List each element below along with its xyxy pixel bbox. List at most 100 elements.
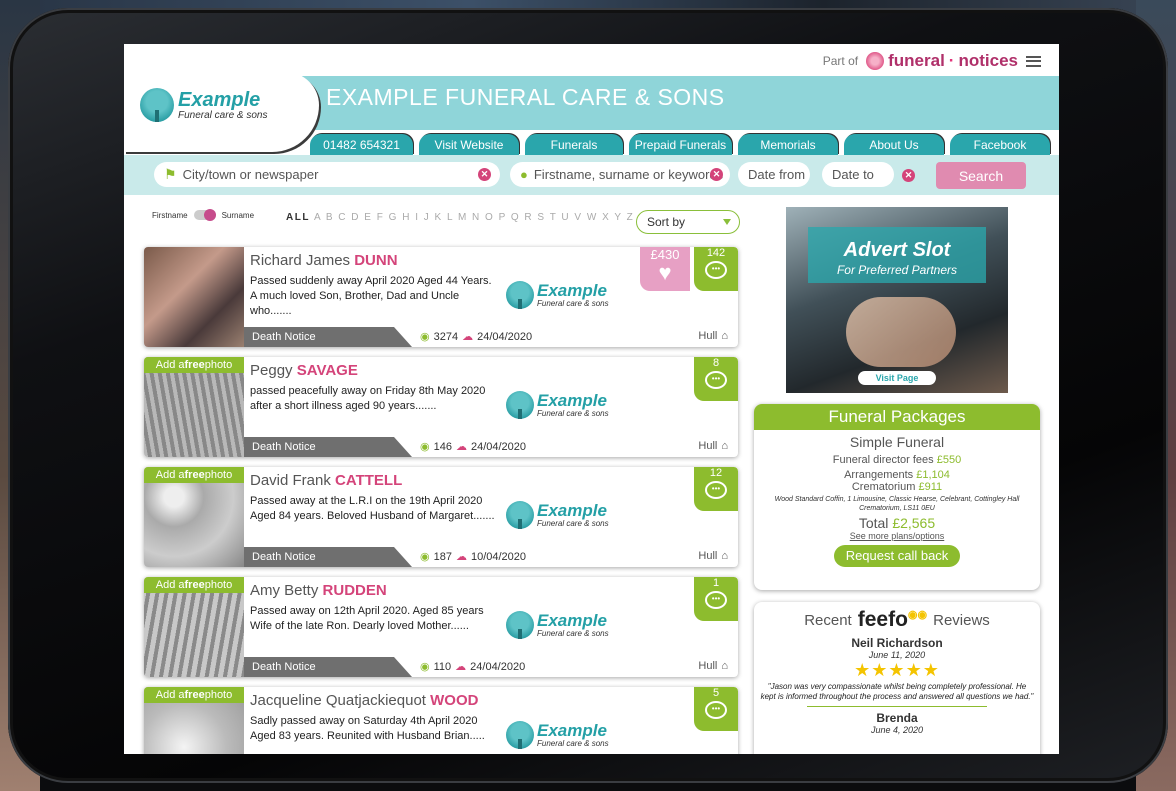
comment-count: 12 [709, 467, 723, 479]
menu-icon[interactable] [1026, 55, 1041, 67]
funeral-director-logo: Example Funeral care & sons [506, 721, 609, 749]
tab-funerals[interactable]: Funerals [525, 134, 623, 155]
review-divider [807, 706, 987, 707]
total-label: Total [858, 515, 889, 531]
notice-location: Hull ⌂ [698, 660, 728, 672]
crematorium-label: Crematorium [851, 481, 916, 493]
clear-name-icon[interactable]: ✕ [710, 168, 723, 181]
view-count: 3274 [433, 330, 459, 343]
date-to-input[interactable]: Date to [822, 162, 894, 187]
name-placeholder: Firstname, surname or keywords [533, 167, 724, 182]
name-keyword-input[interactable]: ● Firstname, surname or keywords ✕ [510, 162, 730, 187]
arrangements-price: £1,104 [916, 469, 950, 481]
eye-icon: ◉ [420, 441, 430, 453]
date-from-input[interactable]: Date from [738, 162, 810, 187]
company-logo[interactable]: Example Funeral care & sons [140, 88, 268, 122]
funeral-director-logo: Example Funeral care & sons [506, 391, 609, 419]
first-name: David Frank [250, 472, 331, 489]
advert-slot[interactable]: Advert Slot For Preferred Partners Visit… [786, 207, 1008, 393]
last-name: SAVAGE [296, 362, 358, 379]
notice-stats: ◉ 146 ☁ 24/04/2020 [420, 440, 526, 454]
eye-icon: ◉ [420, 661, 430, 673]
notice-date: 24/04/2020 [477, 330, 533, 343]
notice-name: Amy Betty RUDDEN [250, 582, 387, 599]
notice-card[interactable]: Add a free photo David Frank CATTELL Pas… [144, 467, 738, 567]
home-icon: ⌂ [721, 550, 728, 562]
sort-by-select[interactable]: Sort by [636, 210, 740, 234]
logo-tagline: Funeral care & sons [537, 739, 609, 748]
add-photo-button[interactable]: Add a free photo [144, 687, 244, 703]
comments-badge[interactable]: 8 ••• [694, 357, 738, 401]
packages-title: Funeral Packages [754, 404, 1040, 430]
notice-card[interactable]: Add a free photo Peggy SAVAGE passed pea… [144, 357, 738, 457]
donation-badge[interactable]: £430 ♥ [640, 247, 690, 291]
logo-tagline: Funeral care & sons [537, 629, 609, 638]
logo-tagline: Funeral care & sons [537, 519, 609, 528]
comments-badge[interactable]: 1 ••• [694, 577, 738, 621]
notice-type: Death Notice [244, 547, 412, 567]
tab-phone[interactable]: 01482 654321 [310, 134, 413, 155]
notice-description: Passed away on 12th April 2020. Aged 85 … [250, 605, 484, 632]
logo-name: Example [537, 281, 607, 300]
upload-cloud-icon: ☁ [462, 331, 474, 343]
location-input[interactable]: ⚑ City/town or newspaper ✕ [154, 162, 500, 187]
page-title: EXAMPLE FUNERAL CARE & SONS [326, 84, 725, 110]
part-of-label: Part of [822, 54, 859, 68]
add-photo-button[interactable]: Add a free photo [144, 357, 244, 373]
location-text: Hull [698, 550, 718, 562]
tab-prepaid-funerals[interactable]: Prepaid Funerals [629, 134, 732, 155]
letters[interactable]: A B C D E F G H I J K L M N O P Q R S T … [314, 212, 634, 223]
recent-label: Recent [804, 611, 852, 629]
feefo-eyes-icon: ◉◉ [907, 609, 928, 621]
location-pin-icon: ⚑ [164, 166, 177, 182]
part-of-bar: Part of funeral · notices [823, 50, 1041, 72]
logo-tagline: Funeral care & sons [537, 299, 609, 308]
surname-label: Surname [221, 210, 255, 220]
comments-badge[interactable]: 12 ••• [694, 467, 738, 511]
notice-type: Death Notice [244, 437, 412, 457]
add-photo-button[interactable]: Add a free photo [144, 577, 244, 593]
notice-photo [144, 247, 244, 347]
view-count: 110 [433, 660, 452, 673]
funeral-director-logo: Example Funeral care & sons [506, 501, 609, 529]
speech-bubble-icon: ••• [705, 701, 727, 719]
comments-badge[interactable]: 142 ••• [694, 247, 738, 291]
tree-icon [506, 391, 534, 419]
advert-title: Advert Slot [843, 239, 951, 261]
star-rating: ★★★★★ [854, 660, 940, 680]
tab-memorials[interactable]: Memorials [738, 134, 838, 155]
visit-page-button[interactable]: Visit Page [858, 371, 936, 385]
all-letters[interactable]: ALL [286, 212, 310, 223]
last-name: RUDDEN [322, 582, 387, 599]
notice-location: Hull ⌂ [698, 440, 728, 452]
notice-card[interactable]: Richard James DUNN Passed suddenly away … [144, 247, 738, 347]
comments-badge[interactable]: 5 ••• [694, 687, 738, 731]
review-date: June 4, 2020 [870, 725, 924, 735]
add-photo-button[interactable]: Add a free photo [144, 467, 244, 483]
notice-card[interactable]: Add a free photo Amy Betty RUDDEN Passed… [144, 577, 738, 677]
eye-icon: ◉ [420, 551, 430, 563]
name-order-toggle[interactable] [193, 209, 216, 221]
view-count: 187 [433, 550, 452, 563]
notice-card[interactable]: Add a free photo Jacqueline Quatjackiequ… [144, 687, 738, 754]
clear-location-icon[interactable]: ✕ [478, 168, 491, 181]
tab-facebook[interactable]: Facebook [950, 134, 1050, 155]
funeral-notices-logo[interactable]: funeral · notices [866, 51, 1018, 71]
home-icon: ⌂ [721, 440, 728, 452]
search-button[interactable]: Search [936, 162, 1026, 189]
more-plans-link[interactable]: See more plans/options [754, 531, 1040, 541]
tab-visit-website[interactable]: Visit Website [419, 134, 519, 155]
upload-cloud-icon: ☁ [455, 551, 467, 563]
alphabet-filter[interactable]: ALL A B C D E F G H I J K L M N O P Q R S… [286, 212, 634, 223]
comment-count: 8 [712, 357, 720, 369]
notice-date: 10/04/2020 [470, 550, 527, 563]
tree-icon [506, 611, 534, 639]
brand-dot: · [948, 51, 955, 70]
brand-text: funeral [888, 51, 945, 70]
funeral-director-logo: Example Funeral care & sons [506, 281, 609, 309]
last-name: DUNN [354, 252, 398, 269]
notice-date: 24/04/2020 [470, 660, 526, 673]
tab-about-us[interactable]: About Us [844, 134, 944, 155]
request-callback-button[interactable]: Request call back [834, 545, 960, 567]
clear-dates-icon[interactable]: ✕ [902, 169, 915, 182]
